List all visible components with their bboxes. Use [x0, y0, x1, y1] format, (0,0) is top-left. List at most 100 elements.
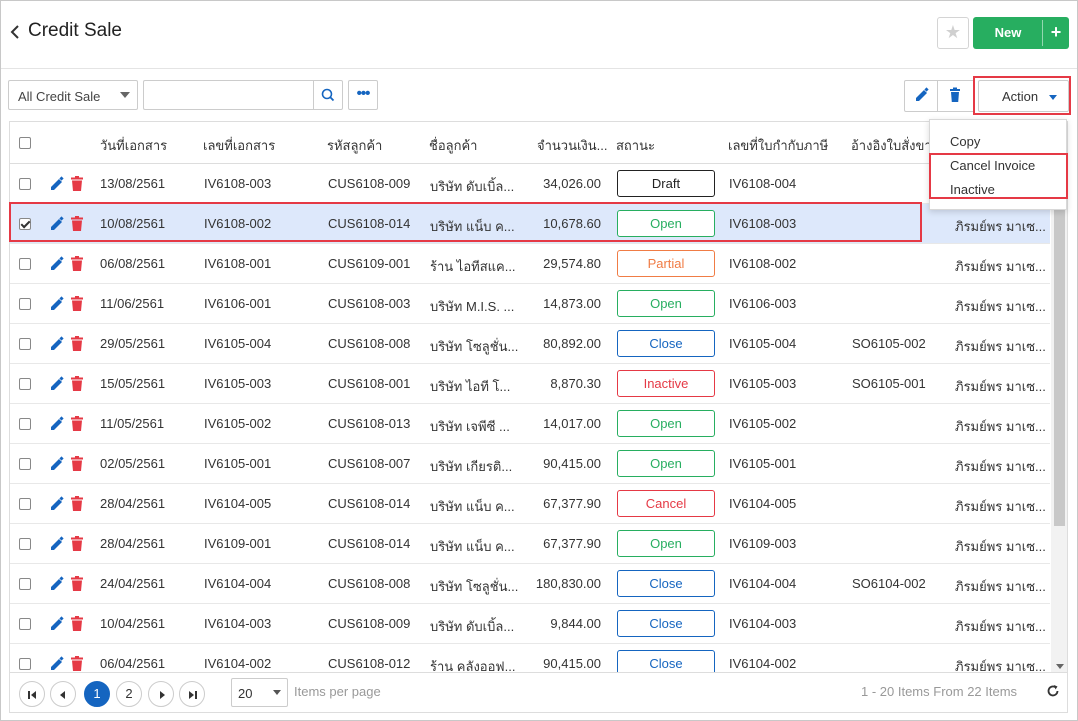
- refresh-icon[interactable]: [1045, 683, 1061, 699]
- table-row[interactable]: 29/05/2561 IV6105-004 CUS6108-008 บริษัท โซ…: [10, 324, 1050, 364]
- pencil-icon[interactable]: [49, 296, 65, 312]
- menu-item-cancel-invoice[interactable]: Cancel Invoice: [950, 158, 1035, 173]
- trash-icon[interactable]: [71, 456, 83, 471]
- pencil-icon[interactable]: [49, 256, 65, 272]
- pencil-icon[interactable]: [49, 336, 65, 352]
- cell-customer-name: บริษัท โซลูชั่น...: [430, 579, 519, 594]
- table-row[interactable]: 11/06/2561 IV6106-001 CUS6108-003 บริษัท M.…: [10, 284, 1050, 324]
- action-dropdown-button[interactable]: Action: [978, 80, 1069, 112]
- table-row[interactable]: 15/05/2561 IV6105-003 CUS6108-001 บริษัท ไอ…: [10, 364, 1050, 404]
- row-checkbox[interactable]: [19, 458, 31, 470]
- table-row[interactable]: 10/04/2561 IV6104-003 CUS6108-009 บริษัท ดั…: [10, 604, 1050, 644]
- cell-date: 11/06/2561: [100, 296, 165, 311]
- pencil-icon[interactable]: [49, 496, 65, 512]
- table-row[interactable]: 11/05/2561 IV6105-002 CUS6108-013 บริษัท เจ…: [10, 404, 1050, 444]
- pencil-icon[interactable]: [49, 176, 65, 192]
- new-button[interactable]: New +: [973, 17, 1069, 49]
- pencil-icon[interactable]: [49, 376, 65, 392]
- row-checkbox[interactable]: [19, 538, 31, 550]
- new-button-label[interactable]: New: [973, 17, 1043, 49]
- cell-owner: ภิรมย์พร มาเซ...: [955, 379, 1046, 394]
- row-checkbox[interactable]: [19, 298, 31, 310]
- table-row[interactable]: 02/05/2561 IV6105-001 CUS6108-007 บริษัท เก…: [10, 444, 1050, 484]
- pencil-icon[interactable]: [49, 216, 65, 232]
- vertical-scrollbar[interactable]: [1051, 165, 1067, 672]
- row-checkbox[interactable]: [19, 218, 31, 230]
- cell-date: 02/05/2561: [100, 456, 166, 471]
- trash-icon[interactable]: [71, 336, 83, 351]
- status-badge: Open: [617, 210, 715, 237]
- cell-tax-invoice: IV6106-003: [729, 296, 797, 311]
- column-header-status[interactable]: สถานะ: [616, 135, 716, 156]
- column-header-so-ref[interactable]: อ้างอิงใบสั่งขาย: [851, 135, 941, 156]
- trash-icon[interactable]: [71, 216, 83, 231]
- search-input[interactable]: [143, 80, 314, 110]
- cell-amount: 67,377.90: [543, 496, 601, 511]
- delete-button[interactable]: [938, 80, 974, 112]
- cell-customer-name: บริษัท เจพีซี ...: [430, 419, 510, 434]
- table-row[interactable]: 28/04/2561 IV6104-005 CUS6108-014 บริษัท แน…: [10, 484, 1050, 524]
- page-2-button[interactable]: 2: [116, 681, 142, 707]
- trash-icon[interactable]: [71, 536, 83, 551]
- scrollbar-thumb[interactable]: [1054, 178, 1065, 526]
- table-row[interactable]: 06/04/2561 IV6104-002 CUS6108-012 ร้าน คลัง…: [10, 644, 1050, 672]
- page-size-select[interactable]: 20: [231, 678, 288, 707]
- menu-item-inactive[interactable]: Inactive: [950, 182, 995, 197]
- edit-button[interactable]: [904, 80, 938, 112]
- trash-icon[interactable]: [71, 376, 83, 391]
- trash-icon[interactable]: [71, 656, 83, 671]
- table-row[interactable]: 06/08/2561 IV6108-001 CUS6109-001 ร้าน ไอที…: [10, 244, 1050, 284]
- search-button[interactable]: [313, 80, 343, 110]
- column-header-customer-code[interactable]: รหัสลูกค้า: [327, 135, 423, 156]
- row-checkbox[interactable]: [19, 378, 31, 390]
- pencil-icon[interactable]: [49, 416, 65, 432]
- page-1-button[interactable]: 1: [84, 681, 110, 707]
- last-page-button[interactable]: [179, 681, 205, 707]
- table-header: วันที่เอกสาร เลขที่เอกสาร รหัสลูกค้า ชื่…: [10, 122, 1067, 164]
- select-all-checkbox[interactable]: [19, 137, 31, 149]
- menu-item-copy[interactable]: Copy: [950, 134, 980, 149]
- row-checkbox[interactable]: [19, 178, 31, 190]
- status-badge: Close: [617, 610, 715, 637]
- trash-icon[interactable]: [71, 416, 83, 431]
- add-plus-icon[interactable]: +: [1043, 17, 1069, 49]
- row-checkbox[interactable]: [19, 658, 31, 670]
- column-header-customer-name[interactable]: ชื่อลูกค้า: [429, 135, 525, 156]
- column-header-date[interactable]: วันที่เอกสาร: [100, 135, 196, 156]
- first-page-button[interactable]: [19, 681, 45, 707]
- column-header-amount[interactable]: จำนวนเงิน...: [537, 135, 615, 156]
- trash-icon[interactable]: [71, 296, 83, 311]
- row-checkbox[interactable]: [19, 498, 31, 510]
- trash-icon[interactable]: [71, 576, 83, 591]
- trash-icon[interactable]: [71, 256, 83, 271]
- caret-down-icon: [1049, 95, 1057, 100]
- trash-icon[interactable]: [71, 496, 83, 511]
- table-row[interactable]: 13/08/2561 IV6108-003 CUS6108-009 บริษัท ดั…: [10, 164, 1050, 204]
- pencil-icon[interactable]: [49, 656, 65, 672]
- row-checkbox[interactable]: [19, 578, 31, 590]
- next-page-button[interactable]: [148, 681, 174, 707]
- filter-select[interactable]: All Credit Sale: [8, 80, 138, 110]
- row-checkbox[interactable]: [19, 418, 31, 430]
- table-row[interactable]: 28/04/2561 IV6109-001 CUS6108-014 บริษัท แน…: [10, 524, 1050, 564]
- scroll-down-icon[interactable]: [1056, 664, 1064, 669]
- row-checkbox[interactable]: [19, 618, 31, 630]
- pencil-icon[interactable]: [49, 576, 65, 592]
- chevron-left-icon[interactable]: [9, 21, 23, 43]
- trash-icon[interactable]: [71, 176, 83, 191]
- trash-icon[interactable]: [71, 616, 83, 631]
- more-options-button[interactable]: •••: [348, 80, 378, 110]
- table-row[interactable]: 10/08/2561 IV6108-002 CUS6108-014 บริษัท แน…: [10, 204, 1050, 244]
- cell-date: 29/05/2561: [100, 336, 166, 351]
- column-header-tax-invoice[interactable]: เลขที่ใบกำกับภาษี: [728, 135, 844, 156]
- pencil-icon[interactable]: [49, 616, 65, 632]
- table-row[interactable]: 24/04/2561 IV6104-004 CUS6108-008 บริษัท โซ…: [10, 564, 1050, 604]
- cell-customer-code: CUS6108-009: [328, 176, 411, 191]
- row-checkbox[interactable]: [19, 258, 31, 270]
- row-checkbox[interactable]: [19, 338, 31, 350]
- pencil-icon[interactable]: [49, 536, 65, 552]
- favorite-button[interactable]: ★: [937, 17, 969, 49]
- prev-page-button[interactable]: [50, 681, 76, 707]
- column-header-doc-no[interactable]: เลขที่เอกสาร: [203, 135, 313, 156]
- pencil-icon[interactable]: [49, 456, 65, 472]
